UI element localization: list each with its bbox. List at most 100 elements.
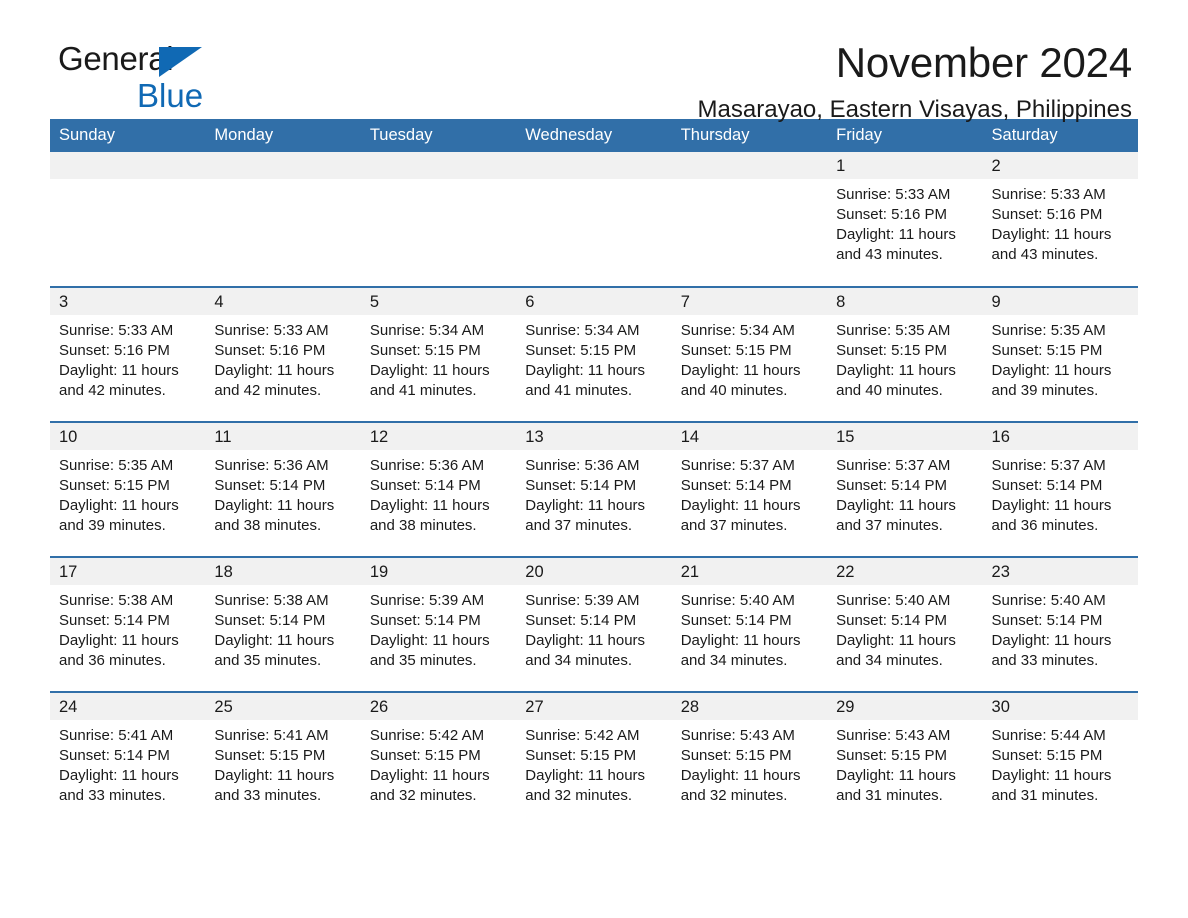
day-cell-inner: 1 Sunrise: 5:33 AM Sunset: 5:16 PM Daylight… xyxy=(827,152,983,286)
calendar-day-cell[interactable]: 19 Sunrise: 5:39 AM Sunset: 5:14 PM Dayligh… xyxy=(360,556,517,693)
calendar-day-cell[interactable]: 21 Sunrise: 5:40 AM Sunset: 5:14 PM Dayligh… xyxy=(671,556,828,693)
day-number: 17 xyxy=(50,558,206,586)
daylight-text-line2: and 37 minutes. xyxy=(680,516,788,534)
brand-name-general: General xyxy=(58,42,258,80)
daylight-text-line1: Daylight: 11 hours xyxy=(369,362,490,380)
day-number: 1 xyxy=(827,152,983,180)
day-number: 12 xyxy=(360,423,517,451)
daylight-text-line2: and 32 minutes. xyxy=(525,786,633,804)
daylight-text-line2: and 35 minutes. xyxy=(369,651,477,669)
sunset-text: Sunset: 5:15 PM xyxy=(836,342,948,360)
day-details: Sunrise: 5:38 AM Sunset: 5:14 PM Daylight:… xyxy=(50,585,205,671)
calendar-day-cell[interactable]: 8 Sunrise: 5:35 AM Sunset: 5:15 PM Daylight… xyxy=(827,286,983,423)
calendar-day-cell[interactable]: 16 Sunrise: 5:37 AM Sunset: 5:14 PM Dayligh… xyxy=(982,421,1138,558)
day-details: Sunrise: 5:33 AM Sunset: 5:16 PM Daylight:… xyxy=(983,179,1138,265)
sunrise-text: Sunrise: 5:35 AM xyxy=(991,322,1106,340)
day-cell-inner: 7 Sunrise: 5:34 AM Sunset: 5:15 PM Daylight… xyxy=(671,288,828,421)
calendar-day-cell[interactable]: 18 Sunrise: 5:38 AM Sunset: 5:14 PM Dayligh… xyxy=(205,556,361,693)
calendar-day-cell[interactable]: 24 Sunrise: 5:41 AM Sunset: 5:14 PM Dayligh… xyxy=(50,691,206,828)
day-details: Sunrise: 5:38 AM Sunset: 5:14 PM Daylight:… xyxy=(205,585,360,671)
day-details: Sunrise: 5:39 AM Sunset: 5:14 PM Daylight:… xyxy=(361,585,516,671)
calendar-day-cell[interactable]: 27 Sunrise: 5:42 AM Sunset: 5:15 PM Dayligh… xyxy=(516,691,672,828)
calendar-day-cell[interactable]: 1 Sunrise: 5:33 AM Sunset: 5:16 PM Daylight… xyxy=(827,152,983,287)
sunset-text: Sunset: 5:14 PM xyxy=(680,612,792,630)
daylight-text-line2: and 38 minutes. xyxy=(214,516,322,534)
day-number: 23 xyxy=(982,558,1138,586)
calendar-day-cell[interactable]: 17 Sunrise: 5:38 AM Sunset: 5:14 PM Dayligh… xyxy=(50,556,206,693)
calendar-day-cell[interactable]: 15 Sunrise: 5:37 AM Sunset: 5:14 PM Dayligh… xyxy=(827,421,983,558)
calendar-day-cell[interactable]: 25 Sunrise: 5:41 AM Sunset: 5:15 PM Dayligh… xyxy=(205,691,361,828)
calendar-day-cell[interactable]: 23 Sunrise: 5:40 AM Sunset: 5:14 PM Dayligh… xyxy=(982,556,1138,693)
sunset-text: Sunset: 5:14 PM xyxy=(369,612,481,630)
brand-logo: General Blue xyxy=(58,42,258,117)
daylight-text-line1: Daylight: 11 hours xyxy=(680,767,801,785)
day-cell-inner: 26 Sunrise: 5:42 AM Sunset: 5:15 PM Dayligh… xyxy=(360,693,517,827)
daylight-text-line1: Daylight: 11 hours xyxy=(59,632,179,650)
sunset-text: Sunset: 5:14 PM xyxy=(991,612,1103,630)
day-cell-inner: 23 Sunrise: 5:40 AM Sunset: 5:14 PM Dayligh… xyxy=(982,558,1138,691)
day-details: Sunrise: 5:41 AM Sunset: 5:14 PM Daylight:… xyxy=(50,720,205,806)
day-number: 20 xyxy=(516,558,672,586)
sunrise-text: Sunrise: 5:36 AM xyxy=(214,457,329,475)
calendar-day-cell[interactable]: 26 Sunrise: 5:42 AM Sunset: 5:15 PM Dayligh… xyxy=(360,691,517,828)
calendar-day-cell[interactable]: 5 Sunrise: 5:34 AM Sunset: 5:15 PM Daylight… xyxy=(360,286,517,423)
daylight-text-line1: Daylight: 11 hours xyxy=(680,362,801,380)
sunrise-text: Sunrise: 5:33 AM xyxy=(59,322,174,340)
day-number xyxy=(516,152,672,180)
calendar-day-cell[interactable]: 20 Sunrise: 5:39 AM Sunset: 5:14 PM Dayligh… xyxy=(516,556,672,693)
sunrise-text: Sunrise: 5:40 AM xyxy=(991,592,1106,610)
day-cell-inner xyxy=(671,152,828,286)
calendar-day-cell[interactable]: 14 Sunrise: 5:37 AM Sunset: 5:14 PM Dayligh… xyxy=(671,421,828,558)
day-details: Sunrise: 5:43 AM Sunset: 5:15 PM Daylight:… xyxy=(672,720,827,806)
daylight-text-line1: Daylight: 11 hours xyxy=(369,632,490,650)
sunrise-text: Sunrise: 5:40 AM xyxy=(836,592,951,610)
day-number xyxy=(671,152,828,180)
calendar-day-cell[interactable]: 9 Sunrise: 5:35 AM Sunset: 5:15 PM Daylight… xyxy=(982,286,1138,423)
day-cell-inner: 3 Sunrise: 5:33 AM Sunset: 5:16 PM Daylight… xyxy=(50,288,206,421)
daylight-text-line2: and 31 minutes. xyxy=(991,786,1099,804)
sunrise-text: Sunrise: 5:39 AM xyxy=(369,592,485,610)
calendar-day-cell[interactable]: 29 Sunrise: 5:43 AM Sunset: 5:15 PM Dayligh… xyxy=(827,691,983,828)
calendar-day-cell[interactable]: 28 Sunrise: 5:43 AM Sunset: 5:15 PM Dayligh… xyxy=(671,691,828,828)
daylight-text-line2: and 40 minutes. xyxy=(836,381,943,399)
calendar-day-cell[interactable]: 11 Sunrise: 5:36 AM Sunset: 5:14 PM Dayligh… xyxy=(205,421,361,558)
day-cell-inner: 27 Sunrise: 5:42 AM Sunset: 5:15 PM Dayligh… xyxy=(516,693,672,827)
day-cell-inner: 10 Sunrise: 5:35 AM Sunset: 5:15 PM Dayligh… xyxy=(50,423,206,556)
page-subtitle: Masarayao, Eastern Visayas, Philippines xyxy=(697,96,1132,124)
day-number: 22 xyxy=(827,558,983,586)
day-cell-inner: 24 Sunrise: 5:41 AM Sunset: 5:14 PM Dayligh… xyxy=(50,693,206,827)
calendar-day-cell[interactable]: 3 Sunrise: 5:33 AM Sunset: 5:16 PM Daylight… xyxy=(50,286,206,423)
weekday-header-monday: Monday xyxy=(205,119,361,153)
calendar-day-cell[interactable]: 4 Sunrise: 5:33 AM Sunset: 5:16 PM Daylight… xyxy=(205,286,361,423)
day-details: Sunrise: 5:42 AM Sunset: 5:15 PM Daylight:… xyxy=(516,720,671,806)
sunset-text: Sunset: 5:14 PM xyxy=(525,612,637,630)
calendar-day-cell[interactable]: 30 Sunrise: 5:44 AM Sunset: 5:15 PM Dayligh… xyxy=(982,691,1138,828)
calendar-day-cell[interactable]: 6 Sunrise: 5:34 AM Sunset: 5:15 PM Daylight… xyxy=(516,286,672,423)
calendar-day-cell[interactable]: 2 Sunrise: 5:33 AM Sunset: 5:16 PM Daylight… xyxy=(982,152,1138,287)
day-number: 11 xyxy=(205,423,361,451)
calendar-day-cell[interactable]: 12 Sunrise: 5:36 AM Sunset: 5:14 PM Dayligh… xyxy=(360,421,517,558)
day-number: 8 xyxy=(827,288,983,316)
day-number: 15 xyxy=(827,423,983,451)
day-number: 2 xyxy=(982,152,1138,180)
sunset-text: Sunset: 5:15 PM xyxy=(525,747,637,765)
page-header: General Blue November 2024 Masarayao, Ea… xyxy=(50,0,1138,124)
triangle-flag-icon xyxy=(159,47,202,77)
day-details: Sunrise: 5:34 AM Sunset: 5:15 PM Daylight:… xyxy=(516,315,671,401)
daylight-text-line1: Daylight: 11 hours xyxy=(525,497,646,515)
daylight-text-line1: Daylight: 11 hours xyxy=(525,632,646,650)
sunset-text: Sunset: 5:14 PM xyxy=(680,477,792,495)
calendar-day-cell[interactable]: 7 Sunrise: 5:34 AM Sunset: 5:15 PM Daylight… xyxy=(671,286,828,423)
calendar-day-cell[interactable]: 22 Sunrise: 5:40 AM Sunset: 5:14 PM Dayligh… xyxy=(827,556,983,693)
calendar-day-cell[interactable]: 13 Sunrise: 5:36 AM Sunset: 5:14 PM Dayligh… xyxy=(516,421,672,558)
page-title: November 2024 xyxy=(835,39,1132,86)
day-details: Sunrise: 5:37 AM Sunset: 5:14 PM Daylight:… xyxy=(672,450,827,536)
daylight-text-line2: and 34 minutes. xyxy=(836,651,943,669)
day-cell-inner: 29 Sunrise: 5:43 AM Sunset: 5:15 PM Dayligh… xyxy=(827,693,983,827)
day-cell-inner xyxy=(205,152,361,286)
daylight-text-line1: Daylight: 11 hours xyxy=(991,362,1112,380)
day-details: Sunrise: 5:41 AM Sunset: 5:15 PM Daylight:… xyxy=(205,720,360,806)
daylight-text-line2: and 39 minutes. xyxy=(991,381,1099,399)
sunrise-text: Sunrise: 5:34 AM xyxy=(680,322,795,340)
calendar-day-cell[interactable]: 10 Sunrise: 5:35 AM Sunset: 5:15 PM Dayligh… xyxy=(50,421,206,558)
